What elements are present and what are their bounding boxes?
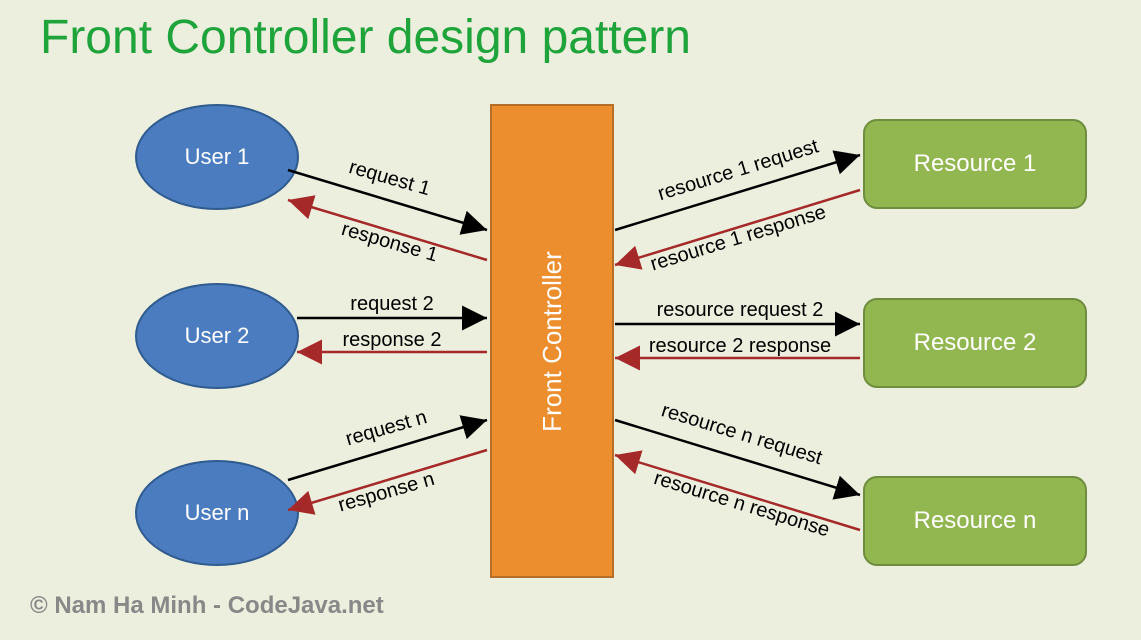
resource-1-node: Resource 1 bbox=[863, 119, 1087, 209]
arrow-resource-1-request bbox=[615, 155, 860, 230]
arrow-response-1 bbox=[288, 200, 487, 260]
label-response-n: response n bbox=[336, 468, 437, 516]
label-resource-1-response: resource 1 response bbox=[648, 201, 829, 275]
user-1-label: User 1 bbox=[185, 144, 250, 170]
arrow-request-n bbox=[288, 420, 487, 480]
user-n-node: User n bbox=[135, 460, 299, 566]
resource-2-label: Resource 2 bbox=[914, 329, 1037, 357]
resource-n-label: Resource n bbox=[914, 507, 1037, 535]
arrow-response-n bbox=[288, 450, 487, 510]
user-1-node: User 1 bbox=[135, 104, 299, 210]
resource-1-label: Resource 1 bbox=[914, 150, 1037, 178]
label-request-2: request 2 bbox=[350, 293, 433, 315]
label-resource-n-request: resource n request bbox=[659, 399, 825, 469]
resource-2-node: Resource 2 bbox=[863, 298, 1087, 388]
arrow-request-1 bbox=[288, 170, 487, 230]
arrow-resource-n-request bbox=[615, 420, 860, 495]
front-controller-label: Front Controller bbox=[537, 251, 568, 432]
label-request-1: request 1 bbox=[347, 156, 433, 200]
label-resource-2-request: resource request 2 bbox=[657, 299, 824, 321]
label-resource-2-response: resource 2 response bbox=[649, 335, 831, 357]
arrow-resource-1-response bbox=[615, 190, 860, 265]
front-controller-node: Front Controller bbox=[490, 104, 614, 578]
user-2-node: User 2 bbox=[135, 283, 299, 389]
label-response-2: response 2 bbox=[343, 329, 442, 351]
user-n-label: User n bbox=[185, 500, 250, 526]
label-response-1: response 1 bbox=[339, 218, 440, 266]
label-resource-1-request: resource 1 request bbox=[655, 135, 821, 205]
arrow-resource-n-response bbox=[615, 455, 860, 530]
label-resource-n-response: resource n response bbox=[651, 467, 832, 541]
resource-n-node: Resource n bbox=[863, 476, 1087, 566]
label-request-n: request n bbox=[343, 406, 429, 450]
user-2-label: User 2 bbox=[185, 323, 250, 349]
copyright-text: © Nam Ha Minh - CodeJava.net bbox=[30, 592, 384, 620]
page-title: Front Controller design pattern bbox=[40, 10, 691, 65]
